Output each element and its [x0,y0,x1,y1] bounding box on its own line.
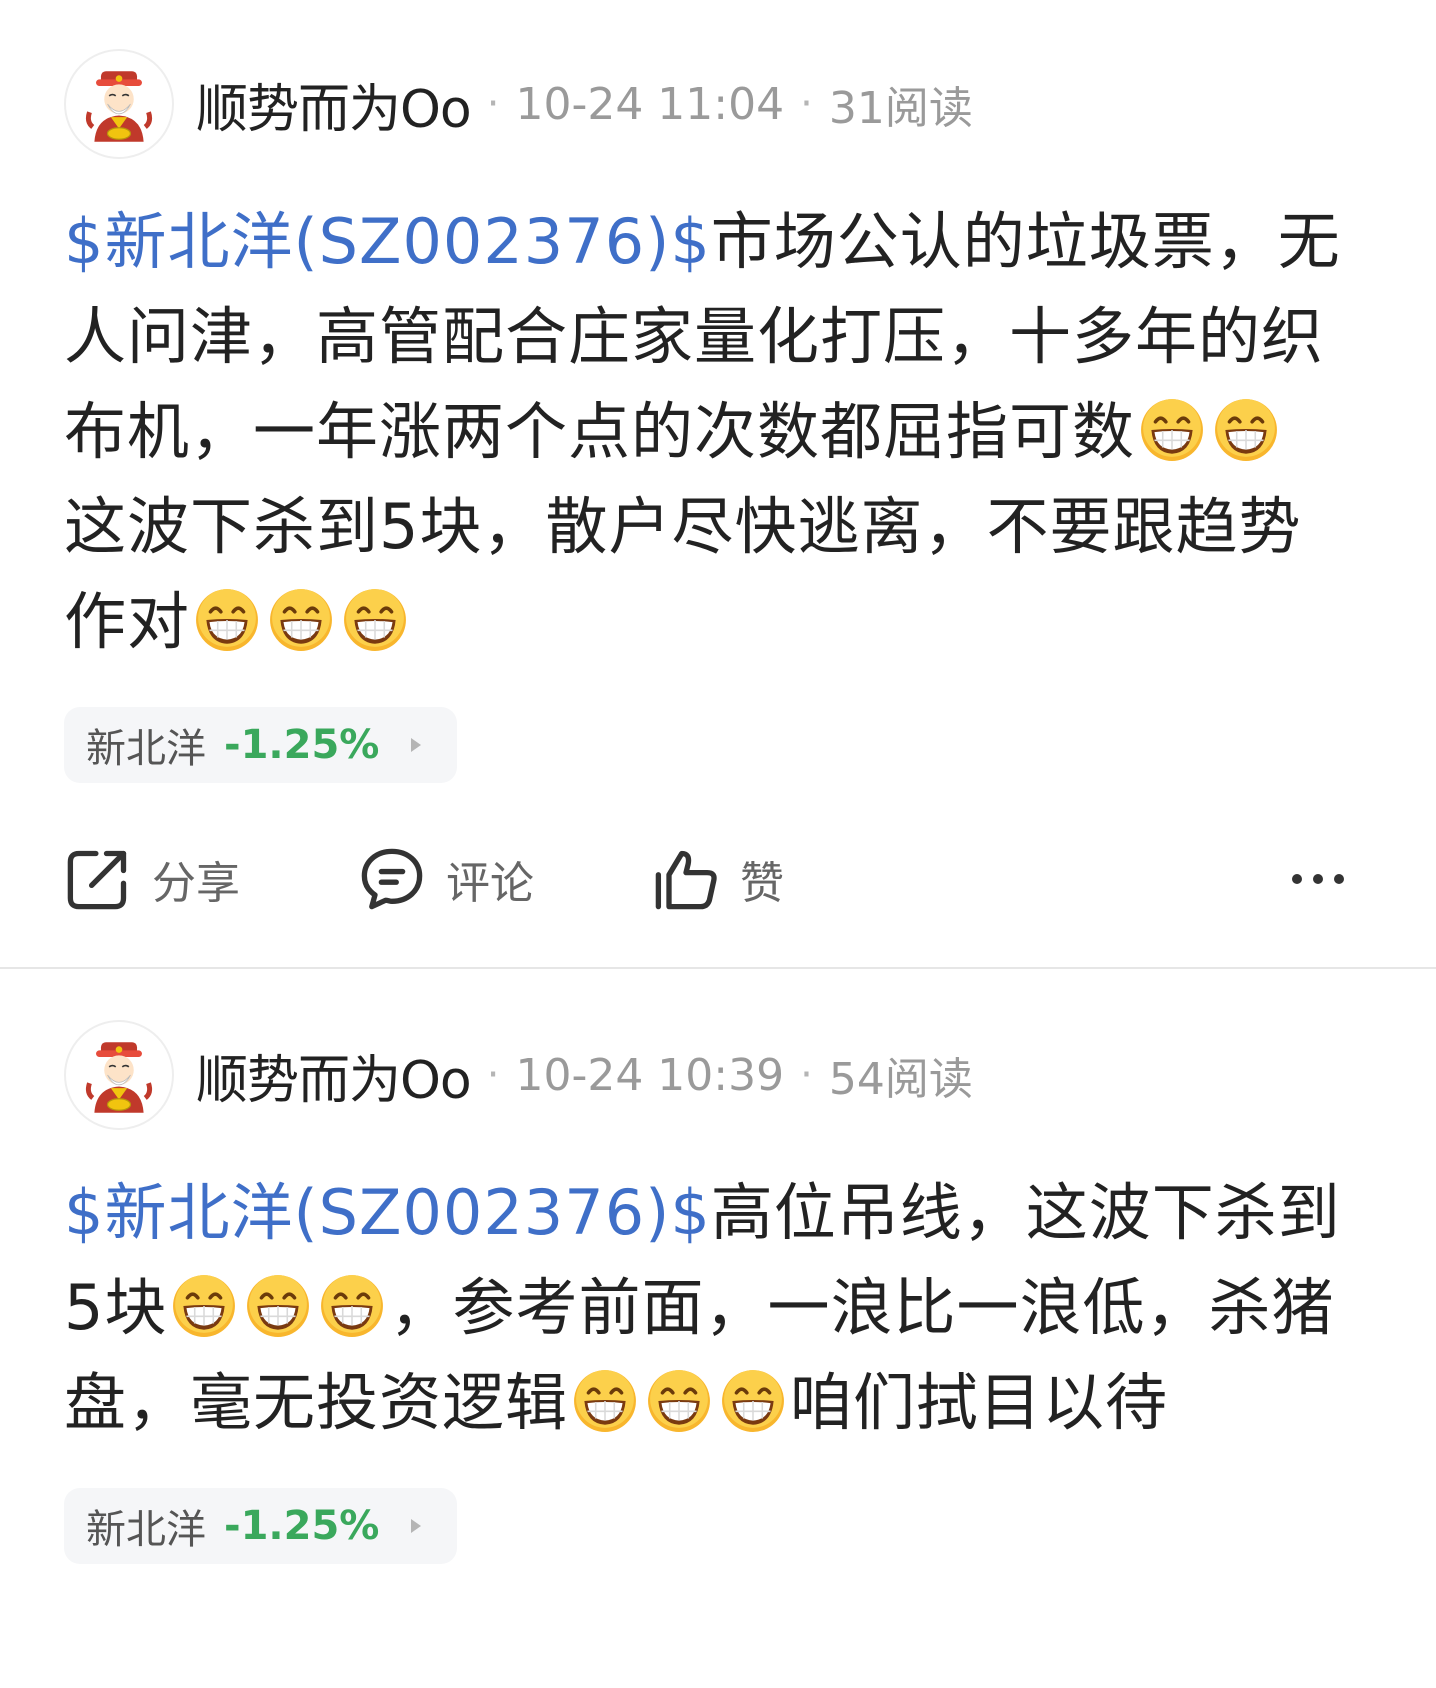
meta-separator: · [800,1052,813,1098]
comment-button[interactable]: 评论 [358,845,534,913]
stock-tag-change: -1.25% [224,1503,380,1549]
stock-link[interactable]: $新北洋(SZ002376)$ [64,1176,711,1249]
like-label: 赞 [740,858,784,909]
post-text: 咱们拭目以待 [790,1366,1169,1439]
post-date: 10-24 11:04 [515,78,785,130]
post-header: 顺势而为Oo · 10-24 11:04 · 31阅读 [64,48,1346,160]
share-icon [67,850,127,910]
thumbs-up-icon [655,850,717,910]
grinning-face-icon [646,1368,712,1434]
post-content[interactable]: $新北洋(SZ002376)$高位吊线，这波下杀到5块 ，参考前面，一浪比一浪低，… [64,1165,1346,1450]
like-button[interactable]: 赞 [652,845,784,913]
share-button[interactable]: 分享 [64,845,240,913]
caishen-avatar-icon [78,1034,160,1116]
stock-tag-name: 新北洋 [86,726,206,772]
post-content[interactable]: $新北洋(SZ002376)$市场公认的垃圾票，无人问津，高管配合庄家量化打压，… [64,194,1346,669]
stock-tag[interactable]: 新北洋 -1.25% [64,707,458,783]
avatar[interactable] [64,49,174,159]
grinning-face-icon [1213,397,1279,463]
grinning-face-icon [245,1273,311,1339]
post-card[interactable]: 顺势而为Oo · 10-24 11:04 · 31阅读 $新北洋(SZ00237… [0,0,1436,929]
grinning-face-icon [171,1273,237,1339]
stock-link[interactable]: $新北洋(SZ002376)$ [64,205,711,278]
caishen-avatar-icon [78,63,160,145]
stock-tag[interactable]: 新北洋 -1.25% [64,1488,458,1564]
comment-label: 评论 [446,858,534,909]
grinning-face-icon [319,1273,385,1339]
grinning-face-icon [572,1368,638,1434]
author-name[interactable]: 顺势而为Oo [196,67,472,142]
meta-separator: · [486,81,500,127]
grinning-face-icon [268,587,334,653]
meta-separator: · [486,1052,500,1098]
author-name[interactable]: 顺势而为Oo [196,1038,472,1113]
post-header: 顺势而为Oo · 10-24 10:39 · 54阅读 [64,1019,1346,1131]
stock-tag-change: -1.25% [224,722,380,768]
triangle-right-icon [411,738,422,752]
more-icon[interactable] [1290,872,1346,886]
meta-separator: · [800,81,813,127]
grinning-face-icon [342,587,408,653]
triangle-right-icon [411,1519,422,1533]
read-count: 54阅读 [828,1054,973,1105]
grinning-face-icon [194,587,260,653]
post-card[interactable]: 顺势而为Oo · 10-24 10:39 · 54阅读 $新北洋(SZ00237… [0,969,1436,1564]
share-label: 分享 [152,858,240,909]
action-bar: 分享 评论 赞 [64,829,1346,929]
grinning-face-icon [1139,397,1205,463]
grinning-face-icon [720,1368,786,1434]
comment-icon [361,848,423,910]
read-count: 31阅读 [828,83,973,134]
post-date: 10-24 10:39 [515,1049,785,1101]
avatar[interactable] [64,1020,174,1130]
stock-tag-name: 新北洋 [86,1507,206,1553]
